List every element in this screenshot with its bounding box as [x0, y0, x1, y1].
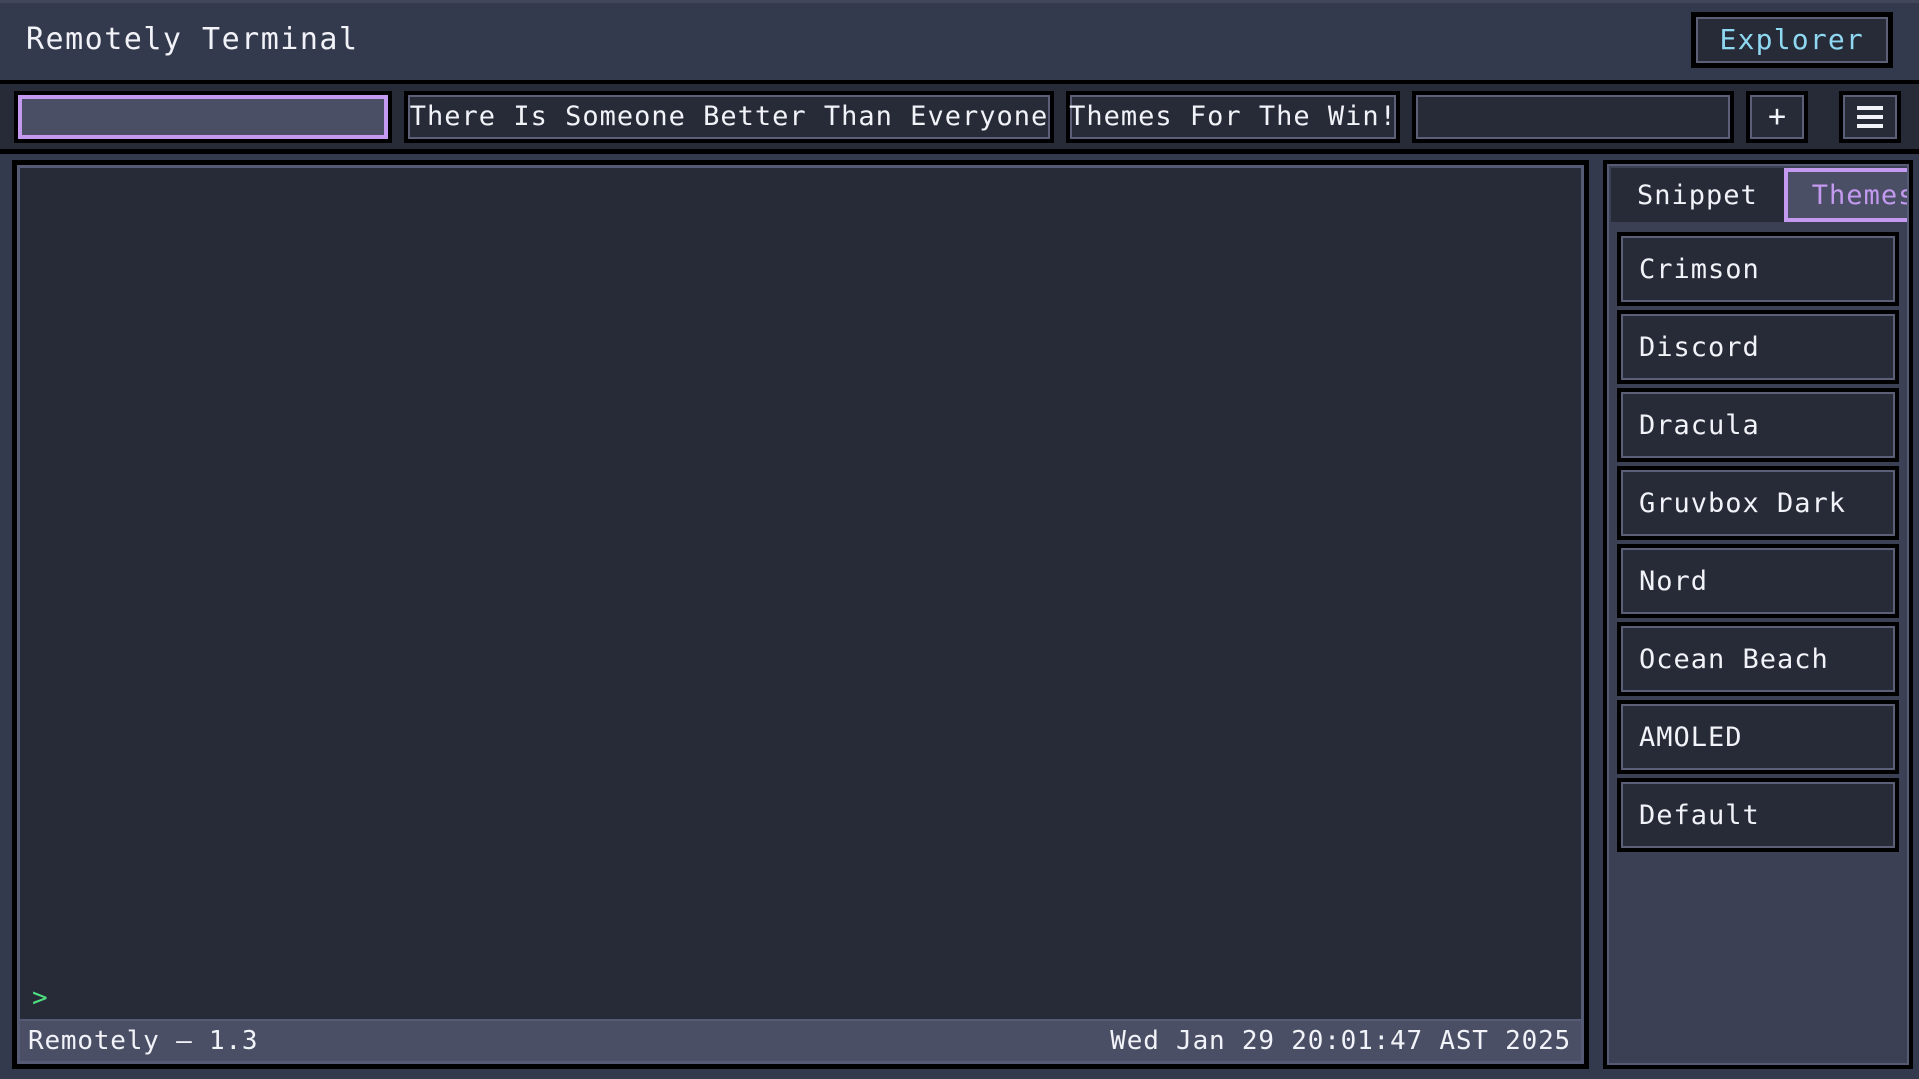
menu-button-inner	[1843, 94, 1897, 139]
tab-bar: There Is Someone Better Than Everyone Th…	[0, 84, 1919, 154]
tab-3-inner: Themes For The Win!	[1069, 94, 1397, 139]
terminal-prompt-line[interactable]: >	[20, 984, 1581, 1019]
theme-item-label: Nord	[1639, 565, 1709, 597]
terminal-pane: > Remotely — 1.3 Wed Jan 29 20:01:47 AST…	[12, 160, 1589, 1069]
sidebar-tab-themes[interactable]: Themes	[1783, 168, 1909, 222]
theme-item-dracula[interactable]: Dracula	[1617, 388, 1899, 462]
tab-1-inner	[18, 94, 388, 139]
theme-item-gruvbox-dark-inner: Gruvbox Dark	[1621, 470, 1895, 536]
sidebar-panel: Snippet Themes Crimson Discord Dracula G…	[1603, 160, 1913, 1069]
status-datetime: Wed Jan 29 20:01:47 AST 2025	[1110, 1026, 1571, 1056]
theme-item-default-inner: Default	[1621, 782, 1895, 848]
plus-icon: +	[1750, 94, 1804, 139]
tab-2-inner: There Is Someone Better Than Everyone	[408, 94, 1050, 139]
menu-button[interactable]	[1839, 90, 1901, 143]
theme-item-default[interactable]: Default	[1617, 778, 1899, 852]
terminal-output	[20, 168, 1581, 984]
theme-item-dracula-inner: Dracula	[1621, 392, 1895, 458]
sidebar-tab-row: Snippet Themes	[1609, 166, 1907, 222]
theme-item-label: Default	[1639, 799, 1760, 831]
terminal-pane-inner[interactable]: > Remotely — 1.3 Wed Jan 29 20:01:47 AST…	[17, 165, 1584, 1064]
sidebar-tab-snippet[interactable]: Snippet	[1611, 168, 1784, 222]
theme-item-label: Dracula	[1639, 409, 1760, 441]
add-tab-button[interactable]: +	[1746, 90, 1808, 143]
app-window: Remotely Terminal Explorer There Is Some…	[0, 0, 1919, 1079]
explorer-button[interactable]: Explorer	[1690, 12, 1893, 68]
status-bar: Remotely — 1.3 Wed Jan 29 20:01:47 AST 2…	[20, 1019, 1581, 1061]
title-bar: Remotely Terminal Explorer	[0, 0, 1919, 84]
theme-item-label: AMOLED	[1639, 721, 1743, 753]
theme-item-amoled[interactable]: AMOLED	[1617, 700, 1899, 774]
sidebar-tab-themes-label: Themes	[1811, 179, 1909, 211]
sidebar-empty-space	[1609, 852, 1907, 1063]
tab-3[interactable]: Themes For The Win!	[1066, 90, 1400, 143]
tab-3-label: Themes For The Win!	[1069, 101, 1397, 132]
sidebar-panel-inner: Snippet Themes Crimson Discord Dracula G…	[1607, 164, 1909, 1065]
prompt-caret-icon: >	[32, 983, 48, 1014]
theme-item-nord-inner: Nord	[1621, 548, 1895, 614]
status-version: Remotely — 1.3	[28, 1026, 259, 1056]
tab-4-inner	[1416, 94, 1730, 139]
page-title: Remotely Terminal	[26, 22, 359, 57]
theme-item-label: Ocean Beach	[1639, 643, 1829, 675]
tab-2[interactable]: There Is Someone Better Than Everyone	[404, 90, 1054, 143]
explorer-button-label: Explorer	[1719, 23, 1864, 56]
theme-item-discord[interactable]: Discord	[1617, 310, 1899, 384]
theme-item-discord-inner: Discord	[1621, 314, 1895, 380]
theme-list: Crimson Discord Dracula Gruvbox Dark Nor…	[1609, 222, 1907, 852]
theme-item-gruvbox-dark[interactable]: Gruvbox Dark	[1617, 466, 1899, 540]
sidebar-tab-snippet-label: Snippet	[1637, 179, 1758, 211]
tab-4[interactable]	[1412, 90, 1734, 143]
theme-item-label: Crimson	[1639, 253, 1760, 285]
theme-item-ocean-beach-inner: Ocean Beach	[1621, 626, 1895, 692]
theme-item-crimson-inner: Crimson	[1621, 236, 1895, 302]
theme-item-label: Discord	[1639, 331, 1760, 363]
theme-item-amoled-inner: AMOLED	[1621, 704, 1895, 770]
tab-2-label: There Is Someone Better Than Everyone	[409, 101, 1049, 132]
main-area: > Remotely — 1.3 Wed Jan 29 20:01:47 AST…	[0, 154, 1919, 1079]
theme-item-nord[interactable]: Nord	[1617, 544, 1899, 618]
hamburger-menu-icon	[1857, 105, 1883, 128]
tab-1[interactable]	[14, 90, 392, 143]
theme-item-label: Gruvbox Dark	[1639, 487, 1847, 519]
explorer-button-inner: Explorer	[1695, 17, 1888, 63]
theme-item-crimson[interactable]: Crimson	[1617, 232, 1899, 306]
theme-item-ocean-beach[interactable]: Ocean Beach	[1617, 622, 1899, 696]
